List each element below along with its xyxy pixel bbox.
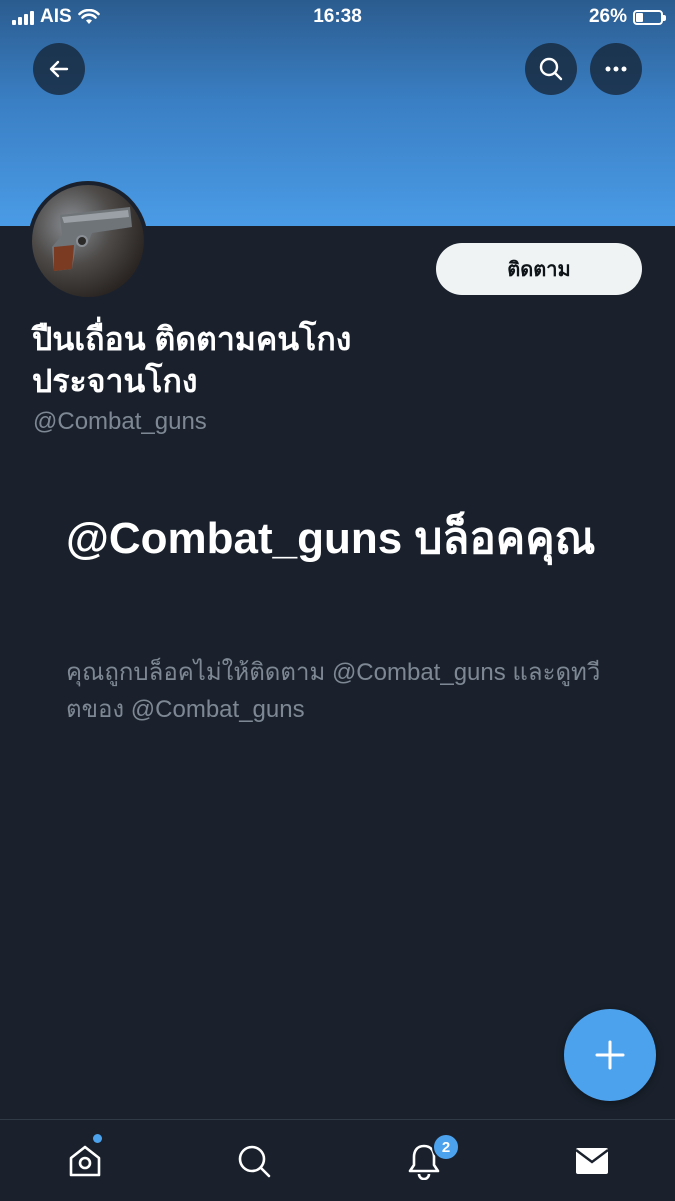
follow-button[interactable]: ติดตาม bbox=[436, 243, 642, 295]
battery-percent: 26% bbox=[588, 6, 627, 27]
status-time: 16:38 bbox=[313, 6, 362, 27]
search-button[interactable] bbox=[525, 43, 577, 95]
tab-notifications[interactable] bbox=[384, 1120, 464, 1201]
tab-messages[interactable] bbox=[552, 1120, 632, 1201]
explore-icon bbox=[238, 1145, 271, 1177]
pistol-avatar-image bbox=[52, 207, 132, 271]
notifications-badge: 2 bbox=[432, 1133, 460, 1161]
search-icon bbox=[539, 57, 563, 81]
blocked-title: @Combat_guns บล็อคคุณ bbox=[66, 514, 596, 563]
profile-handle: @Combat_guns bbox=[33, 408, 207, 435]
back-button[interactable] bbox=[33, 43, 85, 95]
profile-avatar[interactable] bbox=[28, 181, 148, 301]
home-icon bbox=[69, 1145, 101, 1176]
status-right: 26% bbox=[588, 6, 666, 28]
home-unread-dot bbox=[93, 1134, 102, 1143]
profile-display-name: ปืนเถื่อน ติดตามคนโกง ประจานโกง bbox=[32, 321, 352, 399]
battery-icon bbox=[633, 9, 666, 25]
compose-button[interactable] bbox=[564, 1009, 656, 1101]
bottom-tab-bar bbox=[0, 1119, 675, 1201]
tab-home[interactable] bbox=[45, 1120, 125, 1201]
more-button[interactable] bbox=[590, 43, 642, 95]
blocked-description: คุณถูกบล็อคไม่ให้ติดตาม @Combat_guns และ… bbox=[66, 659, 601, 723]
messages-icon bbox=[575, 1147, 609, 1174]
profile-screen: AIS 16:38 26% ติดตาม ปืนเถื่อน ติดตามคนโ… bbox=[0, 0, 675, 1201]
tab-explore[interactable] bbox=[214, 1120, 294, 1201]
back-icon bbox=[49, 60, 69, 78]
compose-icon bbox=[595, 1040, 625, 1070]
status-bar: AIS 16:38 26% bbox=[0, 0, 675, 36]
more-icon bbox=[605, 66, 627, 72]
